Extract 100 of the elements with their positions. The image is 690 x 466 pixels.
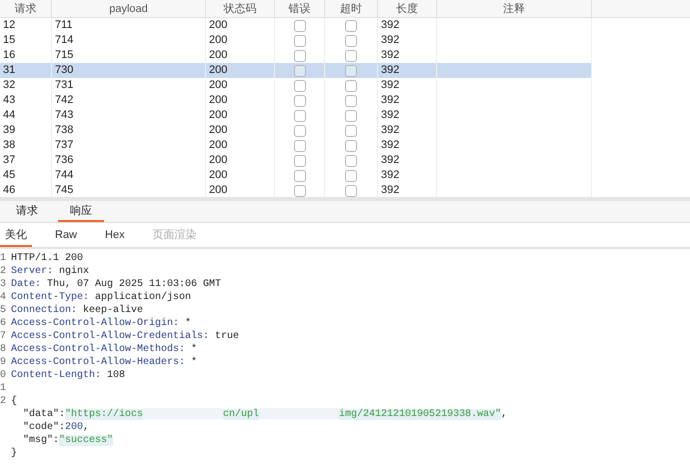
table-cell-text: 16 (2, 48, 16, 63)
code-text: "https://iocs (65, 409, 144, 420)
column-header[interactable]: 状态码 (206, 0, 275, 17)
column-header[interactable]: 超时 (325, 0, 378, 17)
table-cell-text: 200 (208, 123, 228, 138)
tab[interactable]: 响应 (58, 202, 104, 222)
code-text: cn/upl (223, 409, 260, 420)
line-number: 4 (0, 292, 6, 303)
code-line: Content-Length: 108 (11, 369, 126, 382)
table-cell-text: 200 (208, 93, 228, 108)
line-number: 3 (0, 279, 6, 290)
table-cell-text: 31 (2, 63, 16, 78)
table-cell-text: 392 (380, 138, 400, 153)
checkbox[interactable] (294, 154, 306, 166)
table-cell-text: 200 (208, 153, 228, 168)
table-cell-text: 200 (208, 33, 228, 48)
table-cell-text: 715 (54, 48, 74, 63)
checkbox[interactable] (345, 20, 357, 32)
checkbox[interactable] (345, 80, 357, 92)
selected-row[interactable]: 31 730 200 392 (0, 63, 592, 78)
line-number: 2 (0, 266, 6, 277)
table-cell-text: 39 (2, 123, 16, 138)
table-cell-text: 737 (54, 138, 74, 153)
line-number: 7 (0, 331, 6, 342)
checkbox[interactable] (345, 154, 357, 166)
code-text: "data": (22, 409, 66, 420)
checkbox[interactable] (345, 64, 357, 76)
checkbox[interactable] (294, 124, 306, 136)
table-cell-text: 745 (54, 183, 74, 197)
checkbox[interactable] (294, 80, 306, 92)
table-cell-text: 711 (54, 18, 73, 33)
checkbox[interactable] (345, 124, 357, 136)
checkbox[interactable] (345, 140, 357, 152)
checkbox[interactable] (294, 94, 306, 106)
code-line: Access-Control-Allow-Headers: * (11, 356, 198, 369)
table-cell-text: 200 (208, 48, 228, 63)
table-cell-text: 392 (380, 168, 400, 183)
checkbox[interactable] (294, 110, 306, 122)
table-cell-text: 744 (54, 168, 74, 183)
table-cell-text: 200 (208, 138, 228, 153)
table-cell-text: 731 (54, 78, 74, 93)
checkbox[interactable] (294, 50, 306, 62)
table-cell-text: 12 (2, 18, 16, 33)
checkbox[interactable] (345, 50, 357, 62)
table-cell-text: 392 (380, 78, 400, 93)
checkbox[interactable] (294, 20, 306, 32)
table-cell-text: 392 (380, 48, 400, 63)
table-cell-text: 46 (2, 183, 16, 197)
line-number: 1 (0, 253, 6, 264)
line-number: 6 (0, 318, 6, 329)
table-cell-text: 392 (380, 63, 400, 78)
column-header[interactable]: 错误 (275, 0, 325, 17)
code-line: Date: Thu, 07 Aug 2025 11:03:06 GMT (11, 278, 222, 291)
table-cell-text: 32 (2, 78, 16, 93)
table-cell-text: 742 (54, 93, 74, 108)
table-cell-text: 38 (2, 138, 16, 153)
table-cell-text: 200 (208, 63, 228, 78)
checkbox[interactable] (345, 110, 357, 122)
column-header[interactable]: 请求 (0, 0, 52, 17)
code-line: Server: nginx (11, 265, 90, 278)
code-line: { (11, 395, 18, 408)
table-cell-text: 392 (380, 153, 400, 168)
tab[interactable]: 请求 (4, 202, 50, 222)
line-number: 1 (0, 383, 6, 394)
column-header[interactable]: 长度 (378, 0, 437, 17)
checkbox[interactable] (294, 64, 306, 76)
checkbox[interactable] (345, 34, 357, 46)
code-line: "code":200, (22, 421, 90, 434)
view-tab[interactable]: 美化 (0, 225, 32, 247)
table-cell-text: 738 (54, 123, 74, 138)
code-line: Access-Control-Allow-Origin: * (11, 317, 192, 330)
table-cell-text: 200 (208, 168, 228, 183)
code-line: Connection: keep-alive (11, 304, 144, 317)
view-tab[interactable]: Raw (50, 225, 82, 247)
view-tab[interactable]: Hex (100, 225, 130, 247)
table-cell-text: 200 (208, 108, 228, 123)
code-text: , (501, 409, 508, 420)
table-cell-text: 736 (54, 153, 74, 168)
table-cell-text: 392 (380, 108, 400, 123)
checkbox[interactable] (345, 184, 357, 196)
table-cell-text: 37 (2, 153, 16, 168)
code-line: HTTP/1.1 200 (11, 252, 84, 265)
code-line: } (11, 447, 18, 460)
table-cell-text: 44 (2, 108, 16, 123)
table-cell-text: 392 (380, 18, 400, 33)
table-cell-text: 43 (2, 93, 16, 108)
table-cell-text: 200 (208, 183, 228, 197)
table-cell-text: 714 (54, 33, 74, 48)
table-cell-text: 15 (2, 33, 16, 48)
code-line: "msg":"success" (22, 434, 114, 447)
table-cell-text: 392 (380, 93, 400, 108)
column-header[interactable]: 注释 (437, 0, 592, 17)
column-header[interactable]: payload (52, 0, 206, 17)
code-line: Access-Control-Allow-Credentials: true (11, 330, 240, 343)
checkbox[interactable] (294, 34, 306, 46)
checkbox[interactable] (345, 94, 357, 106)
checkbox[interactable] (294, 140, 306, 152)
checkbox[interactable] (294, 184, 306, 196)
checkbox[interactable] (294, 170, 306, 182)
checkbox[interactable] (345, 170, 357, 182)
